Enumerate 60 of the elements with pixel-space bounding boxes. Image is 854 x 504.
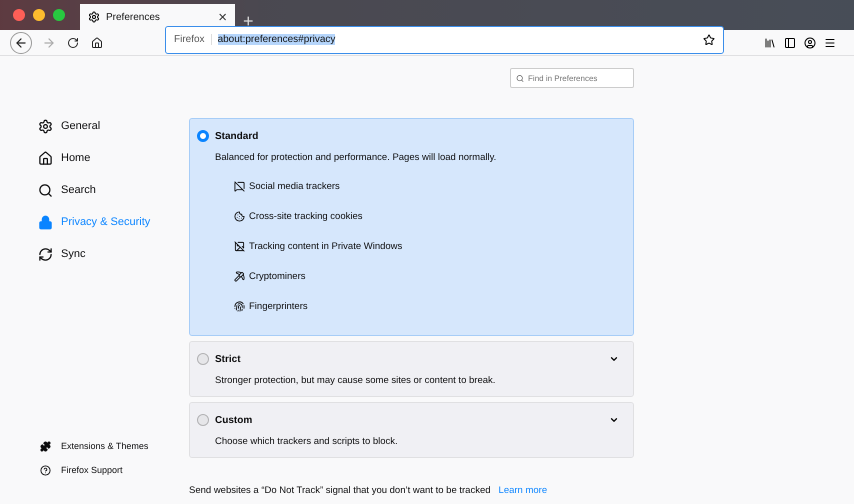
gear-icon xyxy=(88,11,100,23)
option-title: Standard xyxy=(215,130,260,142)
puzzle-icon xyxy=(40,440,51,452)
image-off-icon xyxy=(234,240,245,252)
home-icon xyxy=(38,150,53,166)
menu-icon[interactable] xyxy=(824,36,836,48)
gear-icon xyxy=(38,118,53,134)
protection-option-card[interactable]: Strict Stronger protection, but may cause some sites or content to break. xyxy=(189,341,634,397)
home-icon xyxy=(91,36,103,48)
bookmark-star-icon[interactable] xyxy=(703,34,715,46)
close-tab-button[interactable]: × xyxy=(218,10,227,24)
option-title: Strict xyxy=(215,354,242,364)
option-description: Balanced for protection and performance. Pages will load normally. xyxy=(215,152,498,163)
library-icon[interactable] xyxy=(764,36,776,48)
protection-option-card[interactable]: Standard Balanced for protection and performance. Pages will load normally. Social media trackers Cross-site tracking cookies Tracking content in Private Windows Cryptominers Fingerprinters xyxy=(189,118,634,336)
forward-arrow-icon xyxy=(42,36,56,50)
close-window-button[interactable] xyxy=(13,9,25,21)
radio-button[interactable] xyxy=(197,353,209,365)
back-button[interactable] xyxy=(10,32,32,54)
browser-tab[interactable]: Preferences × xyxy=(80,4,235,30)
sidebar-link[interactable]: Firefox Support xyxy=(38,462,189,478)
tracker-label: Cross-site tracking cookies xyxy=(249,210,363,222)
chevron-down-icon[interactable] xyxy=(609,415,619,425)
reload-icon xyxy=(67,36,79,48)
option-description: Stronger protection, but may cause some sites or content to break. xyxy=(215,375,496,386)
protection-option-card[interactable]: Custom Choose which trackers and scripts to block. xyxy=(189,402,634,458)
search-icon xyxy=(38,182,53,198)
option-description: Choose which trackers and scripts to block. xyxy=(215,436,399,447)
sidebar-item[interactable]: Sync xyxy=(38,238,189,270)
sidebar-item[interactable]: General xyxy=(38,110,189,142)
search-field[interactable]: Find in Preferences xyxy=(510,68,634,88)
social-tracker-icon xyxy=(234,180,245,192)
url-text: about:preferences#privacy xyxy=(218,34,336,45)
search-field[interactable]: Find in Preferences xyxy=(528,70,628,86)
radio-button[interactable] xyxy=(197,414,209,426)
tracker-label: Fingerprinters xyxy=(249,300,308,312)
search-icon xyxy=(516,74,524,82)
sidebar-link[interactable]: Extensions & Themes xyxy=(38,438,189,454)
cookie-icon xyxy=(234,210,245,222)
zoom-window-button[interactable] xyxy=(53,9,65,21)
tracker-label: Cryptominers xyxy=(249,270,306,282)
chevron-down-icon[interactable] xyxy=(609,354,619,364)
option-title: Custom xyxy=(215,414,254,426)
sync-icon xyxy=(38,246,53,262)
tracker-label: Tracking content in Private Windows xyxy=(249,240,402,252)
identity-label: Firefox xyxy=(174,34,212,45)
do-not-track-text: Send websites a “Do Not Track” signal that you don’t want to be tracked xyxy=(189,485,491,496)
sidebar-icon[interactable] xyxy=(784,36,796,48)
pickaxe-icon xyxy=(234,270,245,282)
radio-button[interactable] xyxy=(197,130,209,142)
lock-icon xyxy=(38,214,53,230)
account-icon[interactable] xyxy=(804,36,816,48)
fingerprint-icon xyxy=(234,300,245,312)
tracker-label: Social media trackers xyxy=(249,180,340,192)
address-bar[interactable]: Firefox about:preferences#privacy xyxy=(165,26,724,54)
tab-title: Preferences xyxy=(106,12,161,22)
minimize-window-button[interactable] xyxy=(33,9,45,21)
sidebar-item[interactable]: Home xyxy=(38,142,189,174)
help-icon xyxy=(40,464,51,476)
sidebar-item[interactable]: Search xyxy=(38,174,189,206)
